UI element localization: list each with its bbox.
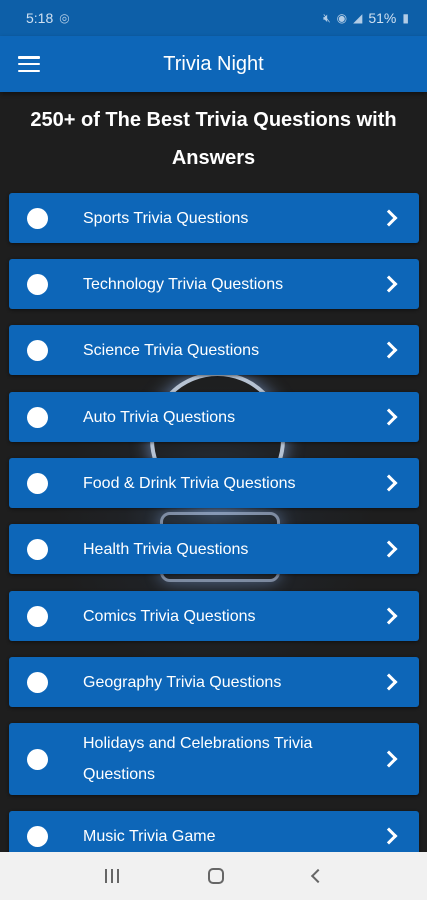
bullet-icon	[27, 472, 48, 494]
mute-icon: 🔇︎	[323, 10, 331, 25]
signal-icon: ◢	[353, 11, 363, 25]
chevron-right-icon	[380, 474, 398, 492]
status-bar: 5:18 ◎ 🔇︎ ◉ ◢ 51% ▮	[0, 0, 427, 36]
category-item-sports[interactable]: Sports Trivia Questions	[9, 193, 419, 243]
bullet-icon	[27, 671, 48, 693]
chevron-right-icon	[380, 750, 398, 768]
bullet-icon	[27, 273, 48, 295]
bullet-icon	[27, 748, 48, 770]
category-item-health[interactable]: Health Trivia Questions	[9, 524, 419, 574]
bullet-icon	[27, 538, 48, 560]
category-item-comics[interactable]: Comics Trivia Questions	[9, 591, 419, 641]
bullet-icon	[27, 207, 48, 229]
recent-apps-icon[interactable]	[104, 869, 119, 883]
wifi-icon: ◉	[336, 11, 348, 25]
category-label: Health Trivia Questions	[83, 540, 249, 558]
main-content[interactable]: 250+ of The Best Trivia Questions with A…	[0, 92, 427, 852]
category-label: Holidays and Celebrations Trivia Questio…	[83, 735, 313, 783]
category-item-food-drink[interactable]: Food & Drink Trivia Questions	[9, 458, 419, 508]
bullet-icon	[27, 406, 48, 428]
app-bar: Trivia Night	[0, 36, 427, 92]
category-item-music[interactable]: Music Trivia Game	[9, 811, 419, 852]
category-label: Music Trivia Game	[83, 827, 216, 845]
category-label: Comics Trivia Questions	[83, 607, 256, 625]
battery-icon: ▮	[402, 11, 409, 25]
category-item-holidays[interactable]: Holidays and Celebrations Trivia Questio…	[9, 723, 419, 795]
system-nav-bar	[0, 852, 427, 900]
chevron-right-icon	[380, 540, 398, 558]
chevron-right-icon	[380, 673, 398, 691]
bullet-icon	[27, 605, 48, 627]
category-item-science[interactable]: Science Trivia Questions	[9, 325, 419, 375]
chevron-right-icon	[380, 408, 398, 426]
sync-icon: ◎	[59, 11, 70, 25]
back-icon[interactable]	[310, 868, 325, 884]
page-headline: 250+ of The Best Trivia Questions with A…	[30, 109, 397, 169]
chevron-right-icon	[380, 607, 398, 625]
category-label: Auto Trivia Questions	[83, 408, 236, 426]
battery-percent: 51%	[368, 10, 397, 26]
chevron-right-icon	[380, 209, 398, 227]
chevron-right-icon	[380, 275, 398, 293]
category-label: Sports Trivia Questions	[83, 209, 249, 227]
category-label: Technology Trivia Questions	[83, 275, 284, 293]
chevron-right-icon	[380, 341, 398, 359]
app-title: Trivia Night	[163, 52, 264, 75]
bullet-icon	[27, 825, 48, 847]
category-item-geography[interactable]: Geography Trivia Questions	[9, 657, 419, 707]
chevron-right-icon	[380, 827, 398, 845]
status-time: 5:18	[26, 10, 54, 26]
hamburger-menu-icon[interactable]	[18, 54, 40, 74]
home-icon[interactable]	[207, 868, 224, 884]
category-item-technology[interactable]: Technology Trivia Questions	[9, 259, 419, 309]
category-label: Food & Drink Trivia Questions	[83, 474, 296, 492]
bullet-icon	[27, 339, 48, 361]
category-label: Science Trivia Questions	[83, 341, 260, 359]
category-item-auto[interactable]: Auto Trivia Questions	[9, 392, 419, 442]
category-label: Geography Trivia Questions	[83, 673, 282, 691]
